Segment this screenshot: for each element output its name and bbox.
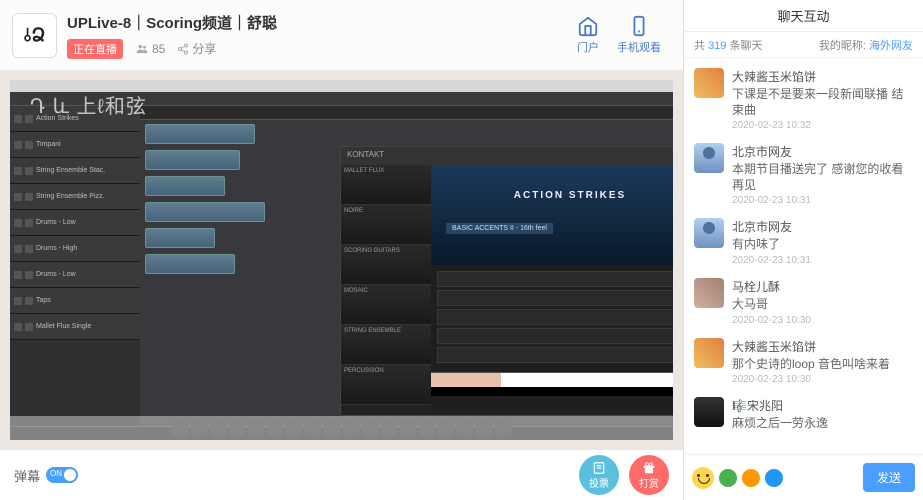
chat-timestamp: 2020-02-23 10:30 [732,374,913,385]
chat-message: 大辣酱玉米馅饼那个史诗的loop 音色叫啥来着2020-02-23 10:30 [692,332,915,392]
kontakt-window: KONTAKT MALLET FLUX NOIRE SCORING GUITAR… [340,146,673,416]
phone-icon [628,15,650,37]
user-avatar[interactable] [694,68,724,98]
instrument-title: ACTION STRIKES [431,190,673,201]
chat-text: 麻烦之后一劳永逸 [732,416,913,432]
chat-timestamp: 2020-02-23 10:30 [732,315,913,326]
gift-icon [642,461,656,475]
chat-timestamp: 2020-02-23 10:32 [732,120,913,131]
chat-username[interactable]: 大辣酱玉米馅饼 [732,68,913,85]
tip-button[interactable]: 打赏 [629,455,669,495]
chat-username[interactable]: 大辣酱玉米馅饼 [732,338,913,355]
daw-screenshot: Action Strikes Timpani String Ensemble S… [10,80,673,440]
share-button[interactable]: 分享 [177,40,216,57]
macos-dock [10,416,673,440]
mobile-watch-button[interactable]: 手机观看 [617,15,661,55]
my-nickname[interactable]: 海外网友 [869,40,913,52]
chat-message: 北京市网友本期节目播送完了 感谢您的收看 再见 2020-02-23 10:31 [692,137,915,212]
chat-text: 有内味了 [732,237,913,253]
chat-username[interactable]: 北京市网友 [732,143,913,160]
live-badge: 正在直播 [67,39,123,59]
share-icon [177,43,189,55]
player-controls: 弹幕 ON 投票 打赏 [0,450,683,500]
user-avatar[interactable] [694,278,724,308]
chat-message: 马栓儿酥大马哥 2020-02-23 10:30 [692,272,915,332]
chat-title: 聊天互动 [684,0,923,32]
chat-username[interactable]: 🎼宋兆阳 [732,397,913,414]
chat-text: 本期节目播送完了 感谢您的收看 再见 [732,162,913,193]
chat-message: 🎼宋兆阳麻烦之后一劳永逸 [692,391,915,440]
portal-button[interactable]: 门户 [577,15,599,55]
chat-timestamp: 2020-02-23 10:31 [732,195,913,206]
watermark: Դ և 上ℓ和弦 [30,90,147,119]
chat-input-bar: 发送 [684,454,923,500]
viewer-count: 85 [135,42,165,56]
chat-username[interactable]: 北京市网友 [732,218,913,235]
chat-username[interactable]: 马栓儿酥 [732,278,913,295]
stream-title: UPLive-8｜Scoring频道｜舒聪 [67,12,577,33]
people-icon [135,42,149,56]
qq-icon[interactable] [765,469,783,487]
chat-message: 大辣酱玉米馅饼下课是不是要来一段新闻联播 结束曲 2020-02-23 10:32 [692,62,915,137]
wechat-icon[interactable] [719,469,737,487]
chat-stats: 共 319 条聊天 我的昵称: 海外网友 [684,32,923,58]
emoji-button[interactable] [692,467,714,489]
vote-button[interactable]: 投票 [579,455,619,495]
stream-header: ⫰Ձ UPLive-8｜Scoring频道｜舒聪 正在直播 85 分享 [0,0,683,70]
send-button[interactable]: 发送 [863,463,915,492]
chat-text: 大马哥 [732,297,913,313]
chat-text: 那个史诗的loop 音色叫啥来着 [732,357,913,373]
home-icon [577,15,599,37]
video-player[interactable]: Action Strikes Timpani String Ensemble S… [10,80,673,440]
danmu-toggle[interactable]: ON [46,467,78,483]
weibo-icon[interactable] [742,469,760,487]
track-list: Action Strikes Timpani String Ensemble S… [10,106,140,426]
chat-text: 下课是不是要来一段新闻联播 结束曲 [732,87,913,118]
user-avatar[interactable] [694,397,724,427]
user-avatar[interactable] [694,218,724,248]
channel-logo[interactable]: ⫰Ձ [12,13,57,58]
danmu-label: 弹幕 [14,466,40,485]
user-avatar[interactable] [694,338,724,368]
chat-timestamp: 2020-02-23 10:31 [732,255,913,266]
vote-icon [592,461,606,475]
chat-panel: 聊天互动 共 319 条聊天 我的昵称: 海外网友 大辣酱玉米馅饼下课是不是要来… [683,0,923,500]
user-avatar[interactable] [694,143,724,173]
chat-message: 北京市网友有内味了 2020-02-23 10:31 [692,212,915,272]
chat-message-list[interactable]: 大辣酱玉米馅饼下课是不是要来一段新闻联播 结束曲2020-02-23 10:32… [684,58,923,454]
piano-keyboard [431,372,673,396]
